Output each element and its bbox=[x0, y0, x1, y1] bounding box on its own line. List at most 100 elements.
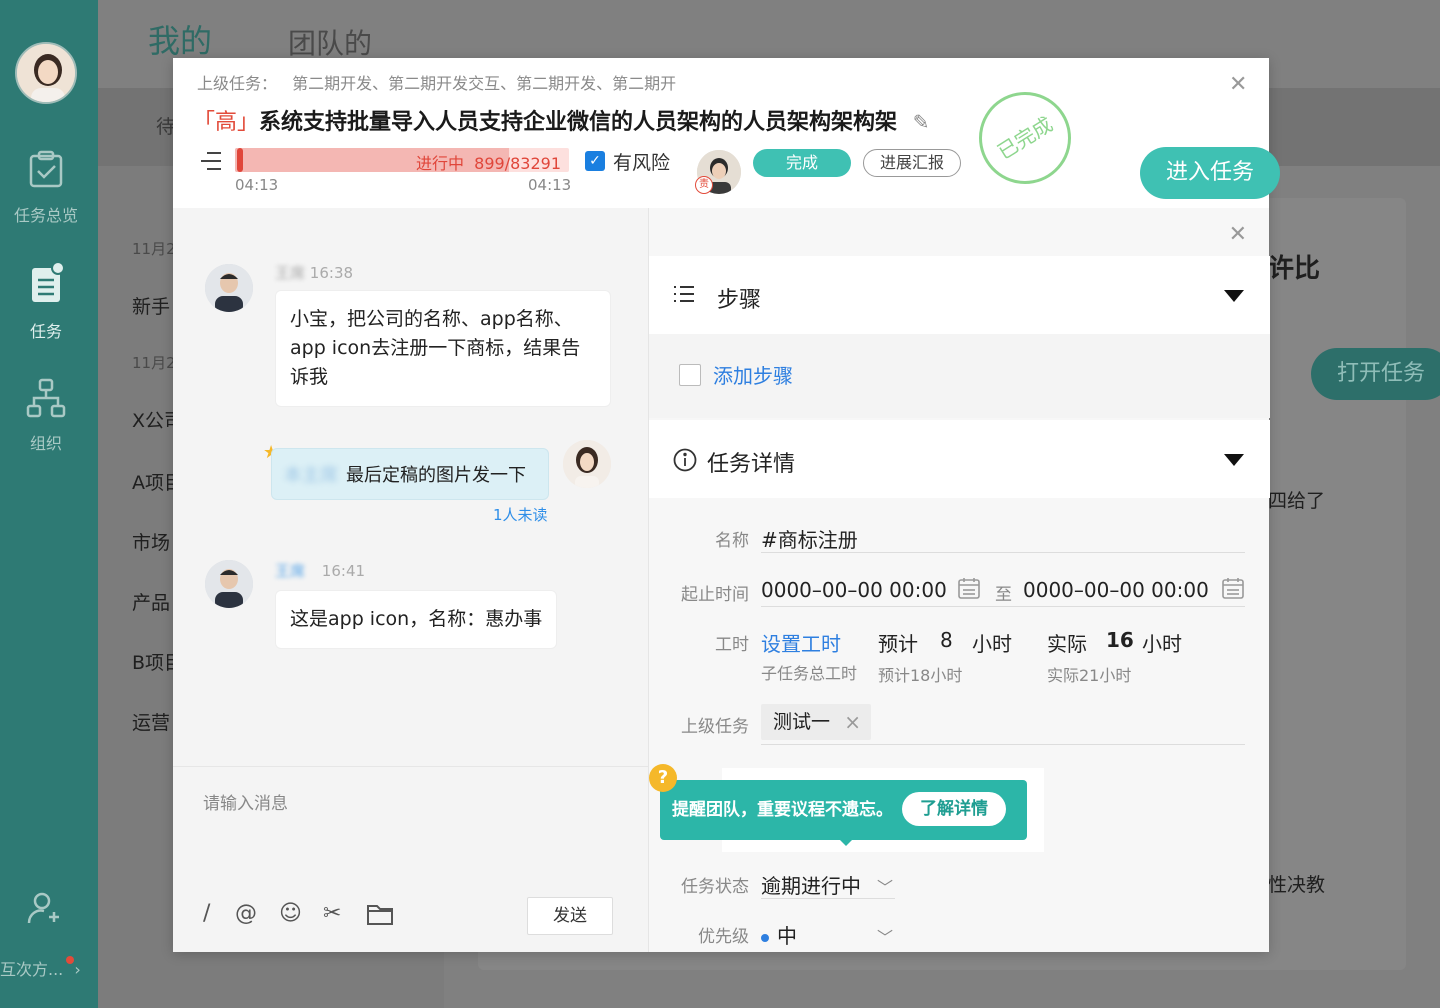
progress-bar: 进行中 899/83291 bbox=[235, 148, 569, 172]
end-time: 04:13 bbox=[528, 176, 572, 194]
message-meta: 王席 16:38 bbox=[275, 262, 353, 283]
hours-label: 工时 bbox=[715, 635, 749, 655]
divider bbox=[761, 744, 1245, 745]
close-icon[interactable]: ✕ bbox=[1229, 222, 1247, 247]
calendar-icon[interactable] bbox=[1221, 576, 1245, 604]
edit-pencil-icon[interactable]: ✎ bbox=[913, 110, 930, 134]
sidebar-item-overview[interactable]: 任务总览 bbox=[0, 150, 92, 226]
list-item[interactable]: 新手 bbox=[132, 292, 170, 319]
parent-path[interactable]: 第二期开发、第二期开发交互、第二期开发、第二期开 bbox=[292, 74, 676, 93]
list-item[interactable]: 运营 bbox=[132, 708, 170, 735]
risk-label[interactable]: 有风险 bbox=[613, 148, 670, 175]
actual-label: 实际 bbox=[1047, 632, 1087, 656]
task-title-row: 「高」系统支持批量导入人员支持企业微信的人员架构的人员架构架构架 ✎ bbox=[193, 104, 929, 136]
chat-panel: 王席 16:38 小宝，把公司的名称、app名称、app icon去注册一下商标… bbox=[173, 208, 648, 952]
message-input[interactable]: 请输入消息 bbox=[203, 789, 288, 814]
chevron-down-icon[interactable]: ﹀ bbox=[877, 924, 893, 948]
remove-icon[interactable]: × bbox=[844, 704, 861, 740]
progress-text: 进行中 899/83291 bbox=[415, 154, 561, 172]
avatar[interactable] bbox=[205, 264, 253, 312]
info-icon bbox=[673, 448, 697, 476]
user-avatar[interactable] bbox=[15, 42, 77, 104]
org-chart-icon bbox=[0, 378, 92, 422]
emoji-icon[interactable]: ☺ bbox=[279, 901, 302, 926]
completed-stamp: 已完成 bbox=[961, 74, 1089, 202]
caret-down-icon[interactable] bbox=[1224, 290, 1244, 302]
time-range-label: 起止时间 bbox=[681, 585, 749, 605]
planned-hours-value[interactable]: 8 bbox=[940, 628, 953, 652]
collapse-menu-icon[interactable] bbox=[199, 150, 223, 176]
step-checkbox[interactable] bbox=[679, 364, 701, 386]
actual-hours-value[interactable]: 16 bbox=[1106, 628, 1134, 652]
learn-more-button[interactable]: 了解详情 bbox=[902, 792, 1006, 826]
parent-label: 上级任务： bbox=[197, 74, 278, 93]
sender-name: 王席 bbox=[275, 264, 306, 282]
notification-dot bbox=[66, 956, 74, 964]
list-group-date: 11月2 bbox=[132, 240, 176, 258]
list-item[interactable]: 市场 bbox=[132, 528, 170, 555]
priority-dot bbox=[761, 933, 769, 942]
clipboard-check-icon bbox=[0, 150, 92, 194]
actual-subtask-hours: 实际21小时 bbox=[1047, 666, 1132, 685]
add-step-link[interactable]: 添加步骤 bbox=[713, 360, 793, 389]
folder-icon[interactable] bbox=[367, 903, 393, 929]
status-select[interactable]: 逾期进行中 bbox=[761, 870, 861, 899]
enter-task-button[interactable]: 进入任务 bbox=[1140, 147, 1280, 199]
scissors-icon[interactable]: ✂ bbox=[323, 901, 341, 926]
steps-section-header[interactable]: 步骤 bbox=[649, 256, 1270, 334]
team-switcher[interactable]: 互次方... › bbox=[0, 956, 81, 980]
card-text: 许比 bbox=[1268, 254, 1321, 284]
start-date-input[interactable]: 0000–00–00 00:00 bbox=[761, 578, 947, 602]
progress-handle[interactable] bbox=[237, 148, 243, 172]
tab-mine[interactable]: 我的 bbox=[148, 16, 212, 62]
risk-checkbox[interactable]: ✓ bbox=[585, 151, 605, 171]
mention-icon[interactable]: @ bbox=[235, 901, 257, 926]
list-group-date: 11月2 bbox=[132, 354, 176, 372]
progress-report-button[interactable]: 进展汇报 bbox=[863, 149, 961, 177]
slash-command-icon[interactable]: / bbox=[203, 901, 210, 926]
list-item[interactable]: 产品 bbox=[132, 588, 170, 615]
sidebar: 任务总览 任务 组织 互次方... › bbox=[0, 0, 98, 1008]
help-question-icon[interactable]: ? bbox=[649, 764, 677, 792]
name-label: 名称 bbox=[715, 531, 749, 551]
message-text: 最后定稿的图片发一下 bbox=[346, 465, 526, 486]
subtask-hours-label: 子任务总工时 bbox=[761, 664, 858, 683]
divider bbox=[761, 606, 1245, 607]
task-list-icon bbox=[0, 261, 92, 310]
caret-down-icon[interactable] bbox=[1224, 454, 1244, 466]
chat-input-area: 请输入消息 / @ ☺ ✂ 发送 bbox=[173, 766, 648, 952]
avatar[interactable] bbox=[205, 560, 253, 608]
task-title[interactable]: 系统支持批量导入人员支持企业微信的人员架构的人员架构架构架 bbox=[259, 110, 897, 135]
priority-select[interactable]: 中 bbox=[761, 920, 797, 949]
sidebar-item-label: 组织 bbox=[29, 434, 62, 453]
promo-banner: 提醒团队，重要议程不遗忘。 了解详情 bbox=[660, 780, 1027, 846]
sidebar-item-label: 任务 bbox=[29, 322, 62, 341]
avatar[interactable] bbox=[563, 440, 611, 488]
message-time: 16:41 bbox=[321, 562, 366, 580]
calendar-icon[interactable] bbox=[957, 576, 981, 604]
task-detail-section-header[interactable]: 任务详情 bbox=[649, 420, 1270, 498]
close-icon[interactable]: ✕ bbox=[1229, 72, 1247, 97]
tab-team[interactable]: 团队的 bbox=[288, 22, 372, 62]
parent-task-tag[interactable]: 测试一 × bbox=[761, 704, 871, 740]
name-value[interactable]: #商标注册 bbox=[761, 524, 858, 553]
send-button[interactable]: 发送 bbox=[527, 897, 613, 935]
sidebar-item-org[interactable]: 组织 bbox=[0, 378, 92, 454]
message-time: 16:38 bbox=[309, 264, 354, 282]
add-member-icon[interactable] bbox=[26, 890, 66, 930]
set-hours-link[interactable]: 设置工时 bbox=[761, 628, 841, 657]
end-date-input[interactable]: 0000–00–00 00:00 bbox=[1023, 578, 1209, 602]
open-task-button[interactable]: 打开任务 bbox=[1311, 348, 1440, 400]
team-name: 互次方... bbox=[0, 960, 64, 979]
card-text: 性决教 bbox=[1268, 874, 1326, 896]
complete-button[interactable]: 完成 bbox=[753, 149, 851, 177]
priority-value: 中 bbox=[777, 924, 797, 948]
chevron-down-icon[interactable]: ﹀ bbox=[877, 874, 893, 898]
priority-label: 优先级 bbox=[698, 927, 749, 947]
status-label: 任务状态 bbox=[681, 877, 749, 897]
sidebar-item-tasks[interactable]: 任务 bbox=[0, 261, 92, 342]
message-bubble: 小宝，把公司的名称、app名称、app icon去注册一下商标，结果告诉我 bbox=[275, 290, 611, 407]
read-status[interactable]: 1人未读 bbox=[493, 504, 548, 525]
parent-task-value: 测试一 bbox=[773, 711, 831, 733]
sender-name: 王席 bbox=[275, 562, 306, 580]
